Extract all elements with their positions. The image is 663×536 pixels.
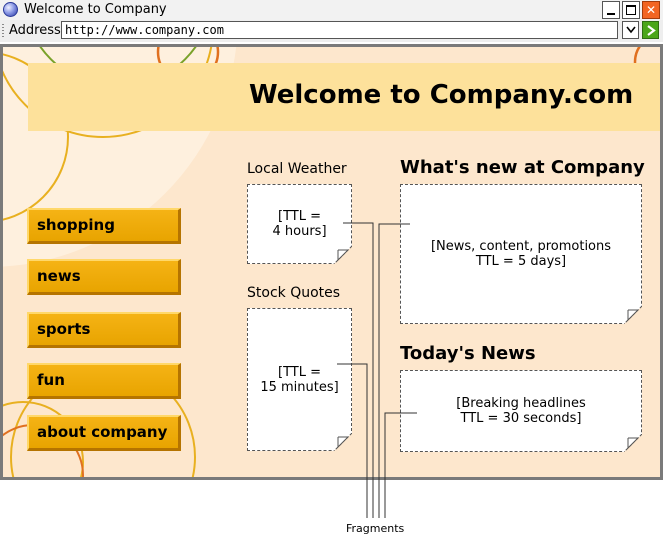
fragments-caption: Fragments xyxy=(346,522,405,535)
fragment-leader-lines xyxy=(337,222,417,518)
